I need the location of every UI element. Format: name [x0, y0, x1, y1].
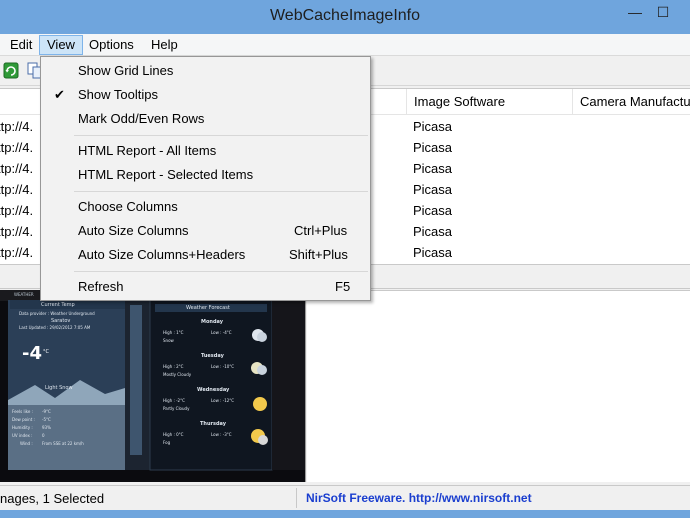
menu-item-label: Refresh [78, 279, 124, 294]
menu-item-label: Auto Size Columns+Headers [78, 247, 246, 262]
forecast-high: High : 0°C [163, 432, 184, 437]
menu-help[interactable]: Help [144, 35, 185, 55]
detail-value: From SSE at 22 km/h [42, 441, 84, 446]
menu-item-show-grid-lines[interactable]: Show Grid Lines [43, 59, 368, 83]
checkmark-icon: ✔ [54, 87, 65, 102]
menu-separator [74, 191, 368, 192]
title-bar[interactable]: WebCacheImageInfo — ☐ [0, 0, 690, 34]
window-title: WebCacheImageInfo [269, 7, 420, 24]
menu-item-shortcut: Shift+Plus [289, 247, 348, 262]
cell-image-software: Picasa [413, 161, 453, 176]
menu-item-label: Choose Columns [78, 199, 178, 214]
detail-value: 93% [42, 425, 51, 430]
cell-image-software: Picasa [413, 119, 453, 134]
status-divider [296, 488, 297, 508]
nirsoft-link[interactable]: NirSoft Freeware. http://www.nirsoft.net [306, 491, 532, 505]
menu-item-auto-size-columns[interactable]: Auto Size Columns Ctrl+Plus [43, 219, 368, 243]
current-temperature: -4 [22, 343, 42, 364]
detail-label: Dew point : [12, 417, 35, 422]
current-temp-title: Current Temp [41, 302, 75, 308]
menu-item-label: Mark Odd/Even Rows [78, 111, 205, 126]
cell-image-software: Picasa [413, 182, 453, 197]
minimize-button[interactable]: — [622, 2, 648, 24]
column-header-image-software[interactable]: Image Software [406, 89, 572, 115]
weather-last-updated: Last Updated : 29/02/2012 7:05 AM [19, 325, 91, 330]
current-condition: Light Snow [45, 385, 73, 391]
menu-item-show-tooltips[interactable]: ✔ Show Tooltips [43, 83, 368, 107]
menu-item-label: Auto Size Columns [78, 223, 189, 238]
menu-item-label: Show Tooltips [78, 87, 158, 102]
cell-url: ttp://4. [0, 140, 34, 155]
properties-pane[interactable] [307, 290, 690, 482]
menu-edit[interactable]: Edit [3, 35, 39, 55]
forecast-condition: Partly Cloudy [163, 406, 190, 411]
temperature-unit: °C [43, 349, 49, 355]
forecast-day: Monday [201, 319, 224, 325]
detail-value: 0 [42, 433, 45, 438]
detail-label: Feels like : [12, 409, 33, 414]
app-window: WebCacheImageInfo — ☐ Edit View Options … [0, 0, 690, 518]
view-menu-dropdown: Show Grid Lines ✔ Show Tooltips Mark Odd… [40, 56, 371, 301]
cell-url: ttp://4. [0, 182, 34, 197]
menu-item-label: Show Grid Lines [78, 63, 174, 78]
cell-image-software: Picasa [413, 245, 453, 260]
cell-url: ttp://4. [0, 161, 34, 176]
menu-view[interactable]: View [39, 35, 83, 55]
forecast-low: Low : -10°C [211, 364, 235, 369]
menu-item-refresh[interactable]: Refresh F5 [43, 275, 368, 299]
menu-bar: Edit View Options Help [0, 34, 690, 56]
menu-item-html-report-selected[interactable]: HTML Report - Selected Items [43, 163, 368, 187]
cell-url: ttp://4. [0, 224, 34, 239]
refresh-icon[interactable] [3, 62, 19, 79]
forecast-low: Low : -4°C [211, 330, 232, 335]
forecast-high: High : 1°C [163, 330, 184, 335]
window-bottom-border [0, 510, 690, 518]
forecast-high: High : 2°C [163, 364, 184, 369]
detail-label: UV index : [12, 433, 33, 438]
detail-label: Wind : [20, 441, 33, 446]
weather-badge: WEATHER [14, 292, 34, 297]
menu-item-shortcut: Ctrl+Plus [294, 223, 348, 238]
menu-item-shortcut: F5 [335, 279, 351, 294]
forecast-title: Weather Forecast [186, 305, 230, 311]
cell-image-software: Picasa [413, 203, 453, 218]
forecast-day: Thursday [200, 421, 227, 427]
menu-item-auto-size-columns-headers[interactable]: Auto Size Columns+Headers Shift+Plus [43, 243, 368, 267]
column-header-camera-manufacturer[interactable]: Camera Manufactu [572, 89, 690, 115]
menu-separator [74, 135, 368, 136]
cell-url: ttp://4. [0, 245, 34, 260]
cell-image-software: Picasa [413, 224, 453, 239]
forecast-high: High : -2°C [163, 398, 185, 403]
forecast-low: Low : -12°C [211, 398, 235, 403]
forecast-condition: Snow [163, 338, 174, 343]
weather-city: Saratov [51, 318, 71, 324]
cell-url: ttp://4. [0, 203, 34, 218]
menu-item-choose-columns[interactable]: Choose Columns [43, 195, 368, 219]
maximize-button[interactable]: ☐ [650, 2, 676, 24]
forecast-condition: Fog [163, 440, 171, 445]
status-item-count: nages, 1 Selected [0, 491, 105, 506]
cell-url: ttp://4. [0, 119, 34, 134]
forecast-day: Tuesday [201, 353, 224, 359]
menu-item-label: HTML Report - All Items [78, 143, 217, 158]
detail-label: Humidity : [12, 425, 33, 430]
detail-value: -5°C [42, 417, 51, 422]
forecast-day: Wednesday [197, 387, 230, 393]
menu-separator [74, 271, 368, 272]
detail-value: -9°C [42, 409, 51, 414]
forecast-condition: Mostly Cloudy [163, 372, 192, 377]
cell-image-software: Picasa [413, 140, 453, 155]
menu-item-mark-odd-even-rows[interactable]: Mark Odd/Even Rows [43, 107, 368, 131]
image-preview: WEATHER Current Temp Data provider : Wea… [0, 290, 306, 482]
menu-item-label: HTML Report - Selected Items [78, 167, 254, 182]
menu-item-html-report-all[interactable]: HTML Report - All Items [43, 139, 368, 163]
status-bar: nages, 1 Selected NirSoft Freeware. http… [0, 485, 690, 510]
menu-options[interactable]: Options [82, 35, 141, 55]
forecast-low: Low : -3°C [211, 432, 232, 437]
weather-provider: Data provider : Weather Underground [19, 311, 95, 316]
